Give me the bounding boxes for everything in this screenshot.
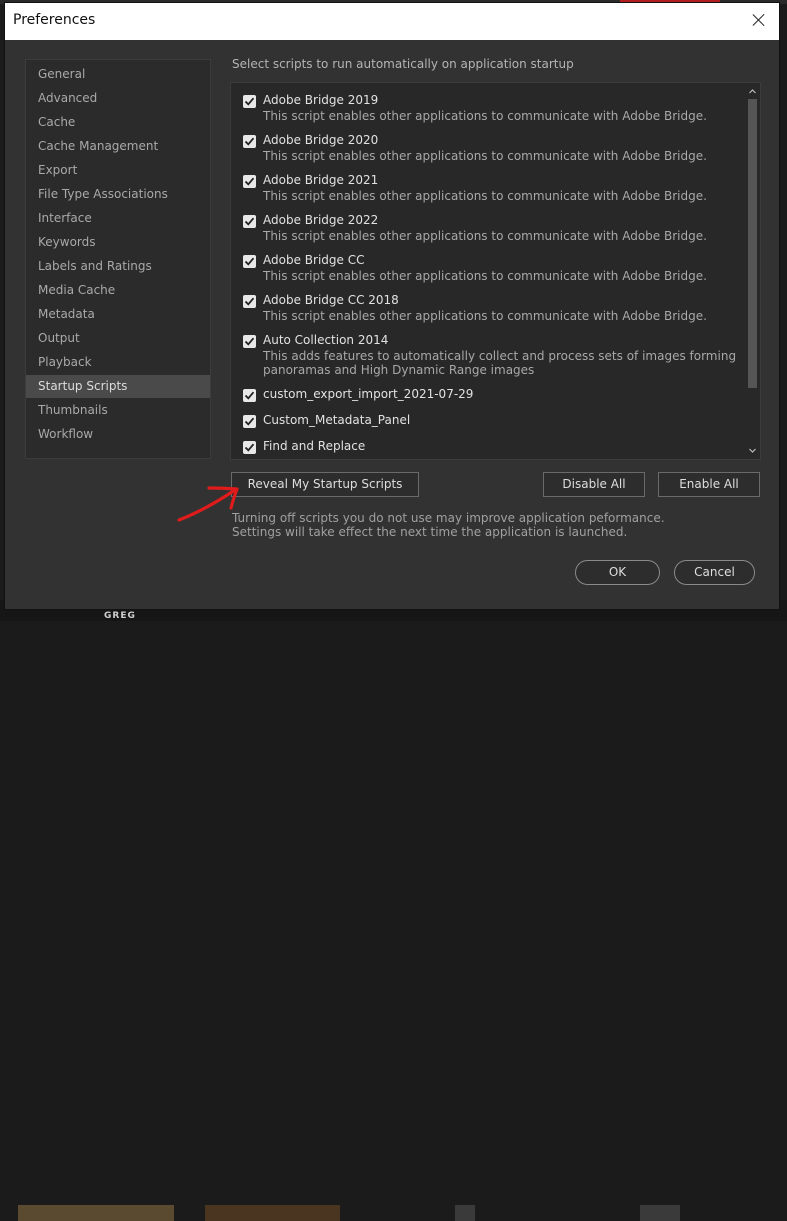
background-thumbnail-label: GREG bbox=[104, 611, 136, 621]
script-name: Adobe Bridge 2021 bbox=[263, 173, 379, 187]
script-description: This script enables other applications t… bbox=[263, 269, 707, 283]
sidebar-item-startup-scripts[interactable]: Startup Scripts bbox=[26, 375, 210, 398]
performance-note: Turning off scripts you do not use may i… bbox=[232, 511, 665, 539]
sidebar-item-playback[interactable]: Playback bbox=[26, 351, 210, 374]
script-description-line2: panoramas and High Dynamic Range images bbox=[263, 363, 535, 377]
script-name: Custom_Metadata_Panel bbox=[263, 413, 411, 427]
script-description: This script enables other applications t… bbox=[263, 149, 707, 163]
scroll-down-icon[interactable] bbox=[749, 447, 756, 454]
script-name: Adobe Bridge CC bbox=[263, 253, 365, 267]
script-name: Find and Replace bbox=[263, 439, 366, 453]
scroll-thumb[interactable] bbox=[748, 99, 757, 388]
script-description: This script enables other applications t… bbox=[263, 109, 707, 123]
sidebar-item-keywords[interactable]: Keywords bbox=[26, 231, 210, 254]
script-description: This script enables other applications t… bbox=[263, 189, 707, 203]
sidebar-item-labels-and-ratings[interactable]: Labels and Ratings bbox=[26, 255, 210, 278]
script-name: Adobe Bridge CC 2018 bbox=[263, 293, 399, 307]
ok-button[interactable]: OK bbox=[575, 560, 660, 585]
cancel-button[interactable]: Cancel bbox=[674, 560, 755, 585]
script-name: Adobe Bridge 2019 bbox=[263, 93, 379, 107]
script-name: Adobe Bridge 2022 bbox=[263, 213, 379, 227]
preferences-dialog: Preferences General Advanced Cache Cache… bbox=[4, 2, 780, 610]
close-icon[interactable] bbox=[747, 9, 771, 33]
sidebar-item-thumbnails[interactable]: Thumbnails bbox=[26, 399, 210, 422]
sidebar-item-output[interactable]: Output bbox=[26, 327, 210, 350]
script-checkbox[interactable] bbox=[243, 441, 256, 454]
background-thumbnail bbox=[455, 1205, 475, 1221]
script-description: This adds features to automatically coll… bbox=[263, 349, 737, 363]
sidebar-item-general[interactable]: General bbox=[26, 63, 210, 86]
disable-all-button[interactable]: Disable All bbox=[543, 472, 645, 497]
script-checkbox[interactable] bbox=[243, 295, 256, 308]
scroll-up-icon[interactable] bbox=[749, 88, 756, 95]
sidebar-item-cache[interactable]: Cache bbox=[26, 111, 210, 134]
title-bar: Preferences bbox=[5, 3, 779, 40]
window-title: Preferences bbox=[13, 12, 96, 28]
script-checkbox[interactable] bbox=[243, 215, 256, 228]
sidebar-item-advanced[interactable]: Advanced bbox=[26, 87, 210, 110]
script-checkbox[interactable] bbox=[243, 135, 256, 148]
sidebar-item-interface[interactable]: Interface bbox=[26, 207, 210, 230]
script-name: custom_export_import_2021-07-29 bbox=[263, 387, 474, 401]
sidebar-item-media-cache[interactable]: Media Cache bbox=[26, 279, 210, 302]
script-description: This script enables other applications t… bbox=[263, 309, 707, 323]
scripts-heading: Select scripts to run automatically on a… bbox=[232, 57, 574, 71]
script-checkbox[interactable] bbox=[243, 335, 256, 348]
preferences-sidebar: General Advanced Cache Cache Management … bbox=[25, 59, 211, 459]
background-thumbnail bbox=[640, 1205, 680, 1221]
script-checkbox[interactable] bbox=[243, 389, 256, 402]
sidebar-item-cache-management[interactable]: Cache Management bbox=[26, 135, 210, 158]
startup-scripts-list: Adobe Bridge 2019 This script enables ot… bbox=[230, 82, 761, 460]
background-thumbnail bbox=[18, 1205, 174, 1221]
reveal-startup-scripts-button[interactable]: Reveal My Startup Scripts bbox=[231, 472, 419, 497]
script-description: This script enables other applications t… bbox=[263, 229, 707, 243]
sidebar-item-export[interactable]: Export bbox=[26, 159, 210, 182]
annotation-arrow-icon bbox=[177, 486, 239, 522]
script-checkbox[interactable] bbox=[243, 255, 256, 268]
script-checkbox[interactable] bbox=[243, 95, 256, 108]
script-name: Adobe Bridge 2020 bbox=[263, 133, 379, 147]
script-name: Auto Collection 2014 bbox=[263, 333, 389, 347]
script-checkbox[interactable] bbox=[243, 415, 256, 428]
sidebar-item-workflow[interactable]: Workflow bbox=[26, 423, 210, 446]
background-thumbnail bbox=[205, 1205, 340, 1221]
script-checkbox[interactable] bbox=[243, 175, 256, 188]
scripts-scrollbar[interactable] bbox=[746, 85, 759, 457]
enable-all-button[interactable]: Enable All bbox=[658, 472, 760, 497]
sidebar-item-metadata[interactable]: Metadata bbox=[26, 303, 210, 326]
sidebar-item-file-type-associations[interactable]: File Type Associations bbox=[26, 183, 210, 206]
